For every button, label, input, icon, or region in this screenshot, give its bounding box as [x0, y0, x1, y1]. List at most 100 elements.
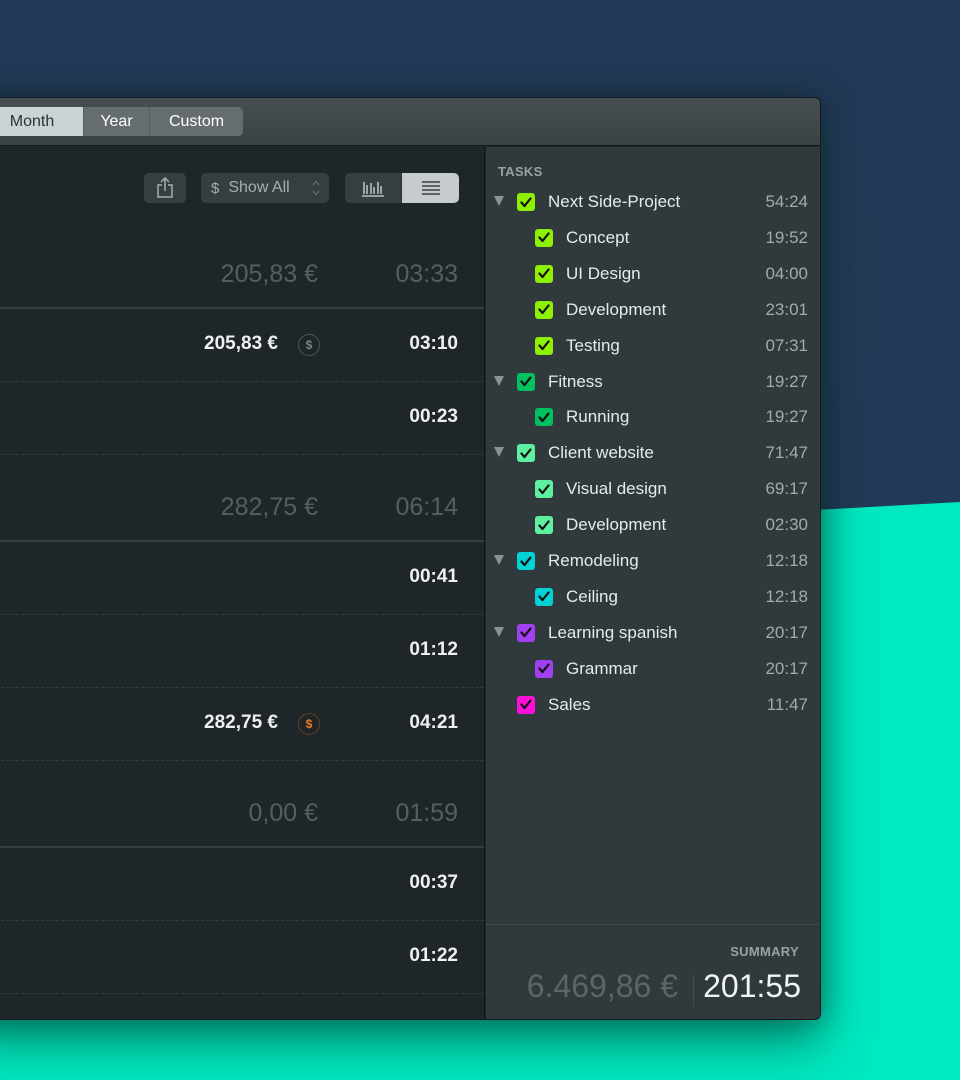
- share-button[interactable]: [144, 173, 186, 203]
- task-name: Client website: [548, 443, 654, 463]
- bar-chart-icon: [362, 182, 384, 197]
- task-checkbox[interactable]: [535, 336, 553, 355]
- summary-heading: SUMMARY: [730, 944, 799, 959]
- task-duration: 12:18: [765, 551, 808, 570]
- checkmark-icon: [538, 591, 550, 602]
- summary-divider: [693, 974, 694, 1006]
- checkmark-icon: [538, 232, 550, 243]
- task-duration: 54:24: [765, 192, 808, 211]
- task-checkbox[interactable]: [517, 193, 535, 211]
- list-icon: [421, 181, 440, 195]
- dollar-coin-icon[interactable]: $: [298, 334, 320, 356]
- task-checkbox[interactable]: [517, 623, 535, 642]
- task-name: Next Side-Project: [548, 192, 681, 211]
- disclosure-triangle-icon[interactable]: [494, 555, 504, 565]
- task-item[interactable]: Visual design 69:17: [486, 471, 820, 507]
- task-item[interactable]: Development 02:30: [486, 507, 820, 543]
- task-duration: 69:17: [765, 479, 808, 499]
- checkmark-icon: [538, 519, 550, 530]
- task-duration: 20:17: [765, 622, 808, 642]
- toolbar: Month Year Custom: [0, 98, 820, 146]
- task-item[interactable]: Concept 19:52: [486, 220, 820, 256]
- list-view-button[interactable]: [402, 173, 459, 203]
- task-checkbox[interactable]: [535, 480, 553, 499]
- task-item[interactable]: Running 19:27: [486, 399, 820, 435]
- task-checkbox[interactable]: [517, 552, 535, 570]
- entry-row[interactable]: 205,83 € $ 03:10: [0, 309, 484, 382]
- checkmark-icon: [520, 555, 532, 566]
- chart-view-button[interactable]: [345, 173, 402, 203]
- task-duration: 12:18: [765, 586, 808, 606]
- task-duration: 23:01: [765, 299, 808, 319]
- task-checkbox[interactable]: [517, 695, 535, 714]
- tab-year[interactable]: Year: [83, 107, 149, 136]
- entry-row[interactable]: 00:37: [0, 848, 484, 921]
- checkmark-icon: [520, 376, 532, 387]
- task-name: Remodeling: [548, 551, 639, 570]
- task-item[interactable]: Ceiling 12:18: [486, 579, 820, 615]
- updown-chevron-icon: [312, 180, 320, 196]
- entry-row[interactable]: 00:41: [0, 542, 484, 615]
- entry-time: 01:22: [409, 945, 458, 966]
- tab-custom[interactable]: Custom: [149, 107, 243, 136]
- task-checkbox[interactable]: [535, 659, 553, 678]
- task-name: Development: [566, 299, 667, 319]
- task-name: Grammar: [566, 658, 638, 678]
- entry-row[interactable]: 01:22: [0, 921, 484, 994]
- task-name: UI Design: [566, 263, 641, 283]
- group-time: 01:59: [395, 799, 458, 827]
- view-mode-toggle: [345, 173, 459, 203]
- disclosure-triangle-icon[interactable]: [494, 375, 504, 386]
- task-checkbox[interactable]: [535, 408, 553, 427]
- task-checkbox[interactable]: [535, 587, 553, 606]
- entry-time: 00:23: [409, 406, 458, 427]
- disclosure-triangle-icon[interactable]: [494, 196, 504, 206]
- entry-row[interactable]: 00:23: [0, 382, 484, 455]
- task-checkbox[interactable]: [535, 228, 553, 247]
- entry-row[interactable]: 282,75 € $ 04:21: [0, 688, 484, 761]
- dollar-coin-icon[interactable]: $: [298, 713, 320, 735]
- entry-time: 04:21: [409, 712, 458, 733]
- task-checkbox[interactable]: [535, 264, 553, 283]
- task-item[interactable]: Client website 71:47: [486, 435, 820, 471]
- checkmark-icon: [538, 268, 550, 279]
- task-checkbox[interactable]: [517, 372, 535, 391]
- task-duration: 71:47: [765, 443, 808, 463]
- checkmark-icon: [538, 663, 550, 674]
- entry-time: 01:12: [409, 639, 458, 660]
- group-header-row[interactable]: 282,75 € 06:14: [0, 493, 484, 542]
- checkmark-icon: [538, 340, 550, 351]
- task-name: Ceiling: [566, 586, 618, 606]
- task-item[interactable]: Next Side-Project 54:24: [486, 184, 820, 220]
- task-name: Concept: [566, 227, 630, 247]
- group-header-row[interactable]: 0,00 € 01:59: [0, 799, 484, 848]
- billing-filter-select[interactable]: $ Show All: [201, 173, 329, 203]
- task-item[interactable]: Remodeling 12:18: [486, 543, 820, 579]
- disclosure-triangle-icon[interactable]: [494, 626, 504, 637]
- task-name: Visual design: [566, 479, 667, 499]
- task-name: Fitness: [548, 371, 603, 391]
- task-item[interactable]: Grammar 20:17: [486, 651, 820, 687]
- task-item[interactable]: Learning spanish 20:17: [486, 615, 820, 651]
- checkmark-icon: [520, 196, 532, 207]
- checkmark-icon: [520, 627, 532, 638]
- task-item[interactable]: Testing 07:31: [486, 328, 820, 364]
- group-time: 06:14: [395, 493, 458, 521]
- task-item[interactable]: UI Design 04:00: [486, 256, 820, 292]
- task-item[interactable]: Sales 11:47: [486, 687, 820, 723]
- task-checkbox[interactable]: [517, 444, 535, 463]
- tab-month[interactable]: Month: [0, 107, 83, 136]
- entry-time: 00:37: [409, 872, 458, 893]
- checkmark-icon: [538, 484, 550, 494]
- group-amount: 205,83 €: [220, 260, 318, 288]
- group-amount: 282,75 €: [220, 493, 318, 521]
- task-item[interactable]: Development 23:01: [486, 292, 820, 328]
- task-checkbox[interactable]: [535, 300, 553, 319]
- task-item[interactable]: Fitness 19:27: [486, 364, 820, 400]
- group-header-row[interactable]: 205,83 € 03:33: [0, 260, 484, 309]
- entry-row[interactable]: 01:12: [0, 615, 484, 688]
- billing-filter-value: Show All: [228, 179, 290, 196]
- disclosure-triangle-icon[interactable]: [494, 447, 504, 458]
- checkmark-icon: [538, 412, 550, 422]
- task-checkbox[interactable]: [535, 516, 553, 535]
